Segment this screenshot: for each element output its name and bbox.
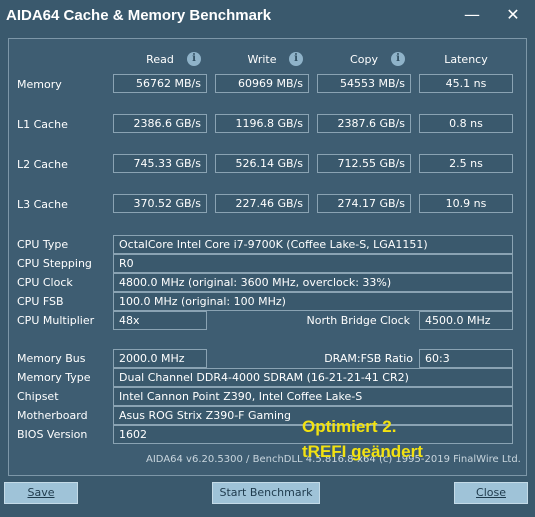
dram-fsb-ratio-label: DRAM:FSB Ratio: [324, 352, 413, 365]
bios-version-label: BIOS Version: [17, 428, 88, 441]
chipset-value: Intel Cannon Point Z390, Intel Coffee La…: [113, 387, 513, 406]
l2-copy-value: 712.55 GB/s: [317, 154, 411, 173]
l2-latency-value: 2.5 ns: [419, 154, 513, 173]
memory-read-value: 56762 MB/s: [113, 74, 207, 93]
l3-cache-label: L3 Cache: [17, 198, 68, 211]
benchmark-window: AIDA64 Cache & Memory Benchmark — ✕ Read…: [0, 0, 535, 517]
window-title: AIDA64 Cache & Memory Benchmark: [6, 7, 272, 24]
annotation-line-1: Optimiert 2.: [302, 417, 397, 436]
memory-copy-value: 54553 MB/s: [317, 74, 411, 93]
l3-write-value: 227.46 GB/s: [215, 194, 309, 213]
l1-read-value: 2386.6 GB/s: [113, 114, 207, 133]
l1-cache-label: L1 Cache: [17, 118, 68, 131]
chipset-label: Chipset: [17, 390, 59, 403]
start-benchmark-button[interactable]: Start Benchmark: [212, 482, 320, 504]
memory-latency-value: 45.1 ns: [419, 74, 513, 93]
close-button-label: Close: [476, 486, 506, 499]
l3-read-value: 370.52 GB/s: [113, 194, 207, 213]
l3-latency-value: 10.9 ns: [419, 194, 513, 213]
l2-cache-label: L2 Cache: [17, 158, 68, 171]
north-bridge-clock-label: North Bridge Clock: [306, 314, 410, 327]
memory-label: Memory: [17, 78, 62, 91]
l2-read-value: 745.33 GB/s: [113, 154, 207, 173]
annotation-overlay: Optimiert 2. tREFI geändert: [302, 414, 423, 464]
l1-write-value: 1196.8 GB/s: [215, 114, 309, 133]
motherboard-label: Motherboard: [17, 409, 88, 422]
cpu-fsb-label: CPU FSB: [17, 295, 64, 308]
save-button[interactable]: Save: [4, 482, 78, 504]
annotation-line-2: tREFI geändert: [302, 442, 423, 461]
start-benchmark-button-label: Start Benchmark: [219, 486, 313, 499]
cpu-multiplier-label: CPU Multiplier: [17, 314, 95, 327]
memory-write-value: 60969 MB/s: [215, 74, 309, 93]
copy-info-icon[interactable]: i: [391, 52, 405, 66]
read-info-icon[interactable]: i: [187, 52, 201, 66]
cpu-stepping-value: R0: [113, 254, 513, 273]
cpu-multiplier-value: 48x: [113, 311, 207, 330]
memory-bus-value: 2000.0 MHz: [113, 349, 207, 368]
l1-copy-value: 2387.6 GB/s: [317, 114, 411, 133]
write-info-icon[interactable]: i: [289, 52, 303, 66]
dram-fsb-ratio-value: 60:3: [419, 349, 513, 368]
save-button-label: Save: [27, 486, 55, 499]
close-button[interactable]: Close: [454, 482, 528, 504]
l2-write-value: 526.14 GB/s: [215, 154, 309, 173]
cpu-stepping-label: CPU Stepping: [17, 257, 92, 270]
north-bridge-clock-value: 4500.0 MHz: [419, 311, 513, 330]
column-header-latency: Latency: [444, 53, 488, 66]
memory-type-label: Memory Type: [17, 371, 91, 384]
cpu-type-value: OctalCore Intel Core i7-9700K (Coffee La…: [113, 235, 513, 254]
cpu-fsb-value: 100.0 MHz (original: 100 MHz): [113, 292, 513, 311]
l3-copy-value: 274.17 GB/s: [317, 194, 411, 213]
cpu-clock-label: CPU Clock: [17, 276, 73, 289]
close-icon[interactable]: ✕: [503, 7, 523, 23]
cpu-type-label: CPU Type: [17, 238, 69, 251]
l1-latency-value: 0.8 ns: [419, 114, 513, 133]
cpu-clock-value: 4800.0 MHz (original: 3600 MHz, overcloc…: [113, 273, 513, 292]
memory-type-value: Dual Channel DDR4-4000 SDRAM (16-21-21-4…: [113, 368, 513, 387]
title-bar: AIDA64 Cache & Memory Benchmark — ✕: [0, 0, 535, 30]
memory-bus-label: Memory Bus: [17, 352, 86, 365]
minimize-icon[interactable]: —: [462, 7, 482, 23]
